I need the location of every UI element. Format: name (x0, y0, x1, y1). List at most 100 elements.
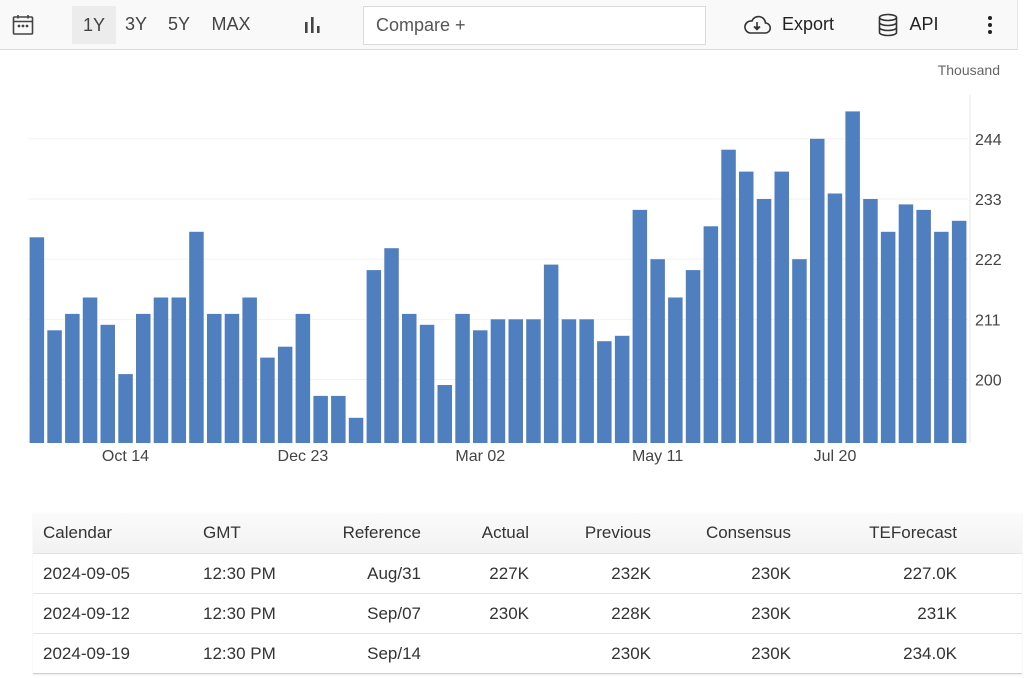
bar[interactable] (597, 341, 612, 443)
range-1y-button[interactable]: 1Y (72, 6, 116, 44)
header-calendar: Calendar (43, 523, 112, 542)
bar[interactable] (810, 138, 825, 444)
bar[interactable] (561, 319, 577, 443)
bar[interactable] (845, 111, 860, 444)
bar[interactable] (792, 259, 807, 443)
bar[interactable] (880, 231, 896, 443)
bar[interactable] (100, 324, 116, 443)
bar[interactable] (614, 335, 630, 443)
export-label: Export (781, 14, 835, 34)
cell-reference: Sep/14 (367, 643, 421, 663)
bar[interactable] (916, 209, 931, 443)
y-axis-ticks: 200 211 222 233 244 (975, 132, 1002, 390)
vertical-ellipsis-icon (988, 15, 992, 34)
table-header: Calendar GMT Reference Actual Previous C… (33, 513, 1022, 553)
x-axis-ticks: Oct 14 Dec 23 Mar 02 May 11 Jul 20 (102, 448, 857, 465)
range-5y-button[interactable]: 5Y (160, 0, 198, 49)
bars (29, 111, 967, 444)
bar-chart-icon (305, 16, 320, 33)
bar[interactable] (756, 199, 772, 443)
bar[interactable] (437, 385, 453, 443)
bar[interactable] (632, 209, 648, 443)
bar[interactable] (419, 324, 435, 443)
bar[interactable] (384, 248, 399, 443)
bar[interactable] (455, 313, 470, 443)
cell-teforecast: 234.0K (903, 643, 957, 663)
bar[interactable] (224, 313, 240, 443)
cell-previous: 230K (611, 643, 651, 663)
bar[interactable] (65, 313, 80, 443)
x-tick-label: May 11 (632, 448, 683, 465)
y-tick-label: 244 (975, 132, 1002, 149)
bar[interactable] (47, 330, 62, 443)
more-options-button[interactable] (978, 0, 1002, 49)
bar[interactable] (668, 297, 683, 444)
database-icon (879, 13, 898, 36)
bar[interactable] (490, 319, 506, 443)
cloud-download-icon (744, 15, 772, 34)
bar[interactable] (136, 313, 151, 443)
x-tick-label: Jul 20 (814, 448, 857, 465)
bar[interactable] (898, 204, 914, 443)
table-row: 2024-09-19 12:30 PM Sep/14 230K 230K 234… (33, 633, 1022, 673)
bar[interactable] (348, 417, 364, 443)
bar[interactable] (827, 193, 843, 444)
cell-reference: Aug/31 (367, 563, 421, 583)
bar[interactable] (579, 319, 594, 443)
bar[interactable] (313, 395, 328, 443)
bar[interactable] (508, 319, 524, 443)
y-tick-label: 211 (975, 312, 1001, 329)
bar[interactable] (703, 226, 719, 443)
cell-teforecast: 227.0K (903, 563, 957, 583)
table-row: 2024-09-05 12:30 PM Aug/31 227K 232K 230… (33, 553, 1022, 593)
unit-label: Thousand (937, 62, 1000, 78)
calendar-button[interactable] (8, 0, 38, 49)
bar[interactable] (189, 231, 204, 443)
chart-toolbar: 1Y 3Y 5Y MAX Compare + Export API (0, 0, 1018, 50)
bar[interactable] (366, 270, 382, 443)
bar[interactable] (650, 259, 665, 443)
export-button[interactable]: Export (738, 0, 838, 49)
bar[interactable] (934, 231, 949, 443)
cell-actual: 230K (489, 603, 529, 623)
bar[interactable] (260, 357, 275, 443)
range-max-button[interactable]: MAX (206, 0, 256, 49)
api-button[interactable]: API (872, 0, 944, 49)
bar[interactable] (526, 319, 541, 443)
y-tick-label: 222 (975, 252, 1002, 269)
bar[interactable] (207, 313, 222, 443)
bar[interactable] (685, 270, 701, 443)
bar[interactable] (277, 346, 293, 443)
header-reference: Reference (342, 523, 421, 542)
cell-calendar: 2024-09-05 (43, 563, 130, 583)
bar-chart: 200 211 222 233 244 Oct 14 Dec 23 Mar 02 May 11… (28, 95, 1002, 465)
compare-input[interactable]: Compare + (363, 6, 706, 45)
cell-consensus: 230K (751, 603, 791, 623)
bar[interactable] (863, 199, 878, 443)
bar[interactable] (242, 297, 257, 444)
bar[interactable] (774, 171, 790, 443)
bar[interactable] (721, 149, 736, 443)
range-3y-button[interactable]: 3Y (118, 0, 154, 49)
bar[interactable] (473, 330, 488, 443)
bar[interactable] (331, 395, 346, 443)
y-tick-label: 200 (975, 373, 1002, 390)
bar[interactable] (402, 313, 417, 443)
cell-gmt: 12:30 PM (203, 643, 276, 663)
cell-actual: 227K (489, 563, 529, 583)
chart-type-button[interactable] (296, 0, 328, 49)
cell-teforecast: 231K (917, 603, 957, 623)
header-actual: Actual (481, 523, 529, 542)
bar[interactable] (951, 220, 967, 443)
bar[interactable] (543, 264, 559, 443)
bar[interactable] (118, 374, 133, 443)
cell-consensus: 230K (751, 643, 791, 663)
header-previous: Previous (584, 523, 651, 542)
bar[interactable] (739, 171, 754, 443)
bar[interactable] (82, 297, 98, 444)
bar[interactable] (153, 297, 169, 444)
calendar-icon (12, 14, 34, 35)
bar[interactable] (29, 237, 45, 443)
bar[interactable] (171, 297, 187, 444)
bar[interactable] (295, 313, 311, 443)
